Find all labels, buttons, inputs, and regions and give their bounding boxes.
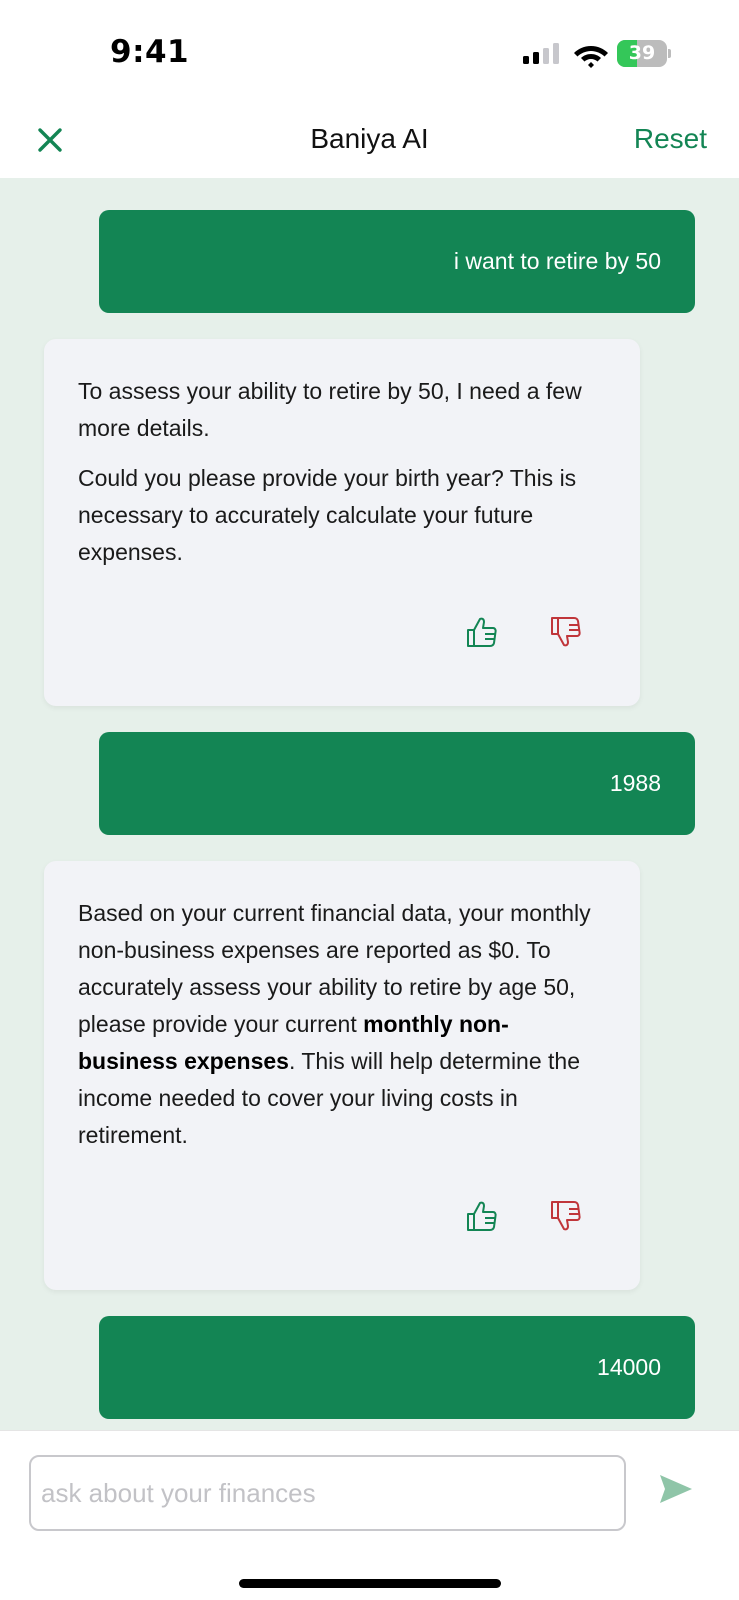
assistant-message: To assess your ability to retire by 50, … xyxy=(44,339,640,706)
user-message: i want to retire by 50 xyxy=(99,210,695,313)
status-bar: 9:41 39 xyxy=(0,0,739,100)
user-message: 1988 xyxy=(99,732,695,835)
chat-header: Baniya AI Reset xyxy=(0,100,739,178)
user-message-text: i want to retire by 50 xyxy=(453,248,661,274)
reset-button[interactable]: Reset xyxy=(634,100,707,178)
assistant-message-paragraph: Could you please provide your birth year… xyxy=(78,465,577,565)
wifi-icon xyxy=(574,46,608,68)
assistant-message: Based on your current financial data, yo… xyxy=(44,861,640,1290)
thumbs-up-button[interactable] xyxy=(464,1198,500,1234)
assistant-message-paragraph: To assess your ability to retire by 50, … xyxy=(78,378,582,441)
thumbs-down-icon xyxy=(551,1201,581,1231)
feedback-controls xyxy=(464,614,584,650)
send-button[interactable] xyxy=(656,1469,696,1509)
close-icon xyxy=(38,128,62,152)
battery-icon: 39 xyxy=(617,40,671,67)
user-message-text: 14000 xyxy=(597,1354,661,1380)
assistant-message-paragraph: Based on your current financial data, yo… xyxy=(78,895,606,1154)
user-message: 14000 xyxy=(99,1316,695,1419)
page-title: Baniya AI xyxy=(310,123,429,154)
thumbs-down-button[interactable] xyxy=(548,1198,584,1234)
status-time: 9:41 xyxy=(110,34,190,70)
composer xyxy=(0,1430,739,1600)
thumbs-up-icon xyxy=(467,617,497,647)
battery-level: 39 xyxy=(628,42,656,64)
message-input[interactable] xyxy=(29,1455,626,1531)
close-button[interactable] xyxy=(32,122,68,158)
thumbs-up-button[interactable] xyxy=(464,614,500,650)
signal-icon xyxy=(523,43,559,64)
user-message-text: 1988 xyxy=(609,770,661,796)
thumbs-up-icon xyxy=(467,1201,497,1231)
paragraph-text: Based on your current financial data, yo… xyxy=(78,900,591,1037)
thumbs-down-icon xyxy=(551,617,581,647)
send-icon xyxy=(660,1475,692,1503)
feedback-controls xyxy=(464,1198,584,1234)
thumbs-down-button[interactable] xyxy=(548,614,584,650)
home-indicator xyxy=(239,1579,501,1588)
chat-thread[interactable]: i want to retire by 50 To assess your ab… xyxy=(0,178,739,1430)
